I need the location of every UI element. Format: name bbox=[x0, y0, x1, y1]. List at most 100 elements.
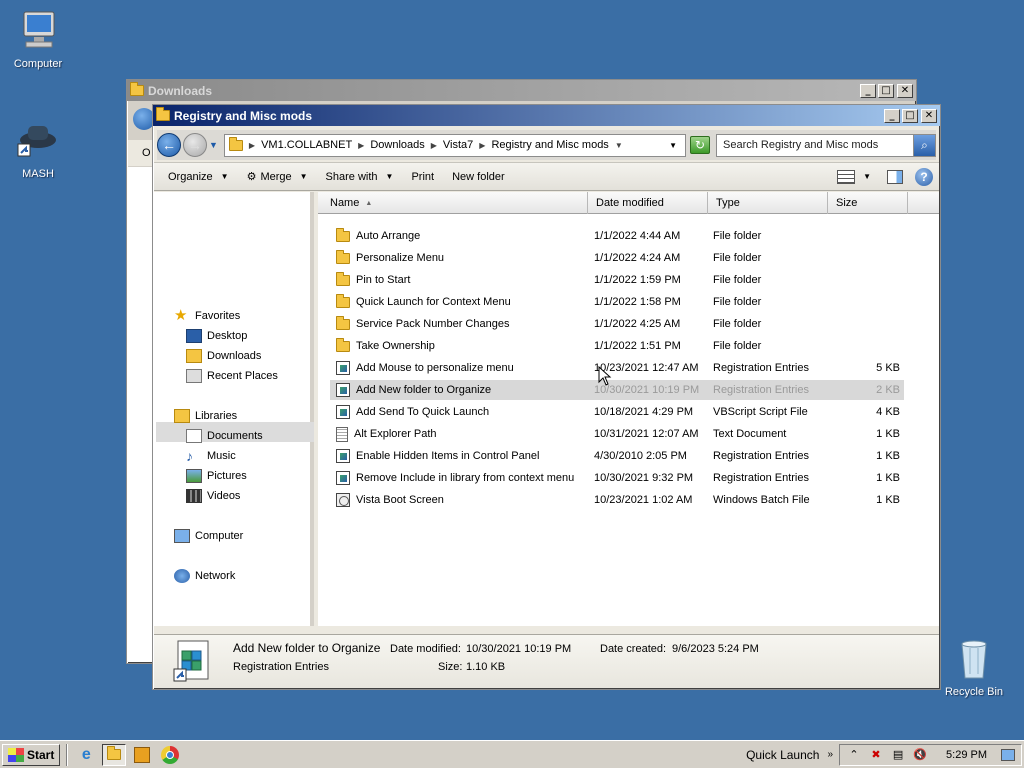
registry-file-icon bbox=[172, 639, 218, 683]
change-view-icon[interactable] bbox=[837, 169, 856, 184]
file-row[interactable]: Remove Include in library from context m… bbox=[330, 468, 904, 488]
breadcrumb-item[interactable]: Vista7 bbox=[443, 139, 473, 151]
nav-documents[interactable]: Documents bbox=[186, 429, 263, 443]
file-name-text: Quick Launch for Context Menu bbox=[356, 296, 511, 308]
network-icon bbox=[174, 569, 190, 583]
nav-libraries[interactable]: Libraries bbox=[174, 409, 237, 423]
volume-muted-icon[interactable]: 🔇 bbox=[912, 747, 928, 763]
chevron-right-icon[interactable]: ▶ bbox=[431, 141, 437, 150]
breadcrumb-item[interactable]: Registry and Misc mods bbox=[491, 139, 608, 151]
file-row[interactable]: Add Send To Quick Launch 10/18/2021 4:29 … bbox=[330, 402, 904, 422]
tray-expand-icon[interactable]: ⌃ bbox=[846, 747, 862, 763]
downloads-titlebar[interactable]: Downloads _ □ ✕ bbox=[127, 80, 916, 101]
nav-computer[interactable]: Computer bbox=[174, 529, 243, 543]
maximize-button[interactable]: □ bbox=[902, 108, 918, 123]
file-row[interactable]: Alt Explorer Path 10/31/2021 12:07 AM Text… bbox=[330, 424, 904, 444]
breadcrumb-item[interactable]: VM1.COLLABNET bbox=[261, 139, 352, 151]
desktop-icon bbox=[186, 329, 202, 343]
minimize-button[interactable]: _ bbox=[860, 83, 876, 98]
nav-music[interactable]: ♪ Music bbox=[186, 449, 236, 463]
close-button[interactable]: ✕ bbox=[921, 108, 937, 123]
back-button[interactable]: ← bbox=[157, 133, 181, 157]
explorer-taskbar-button[interactable] bbox=[102, 743, 127, 766]
file-row[interactable]: Service Pack Number Changes 1/1/2022 4:25… bbox=[330, 314, 904, 334]
file-row[interactable]: Personalize Menu 1/1/2022 4:24 AM File fol… bbox=[330, 248, 904, 268]
start-button[interactable]: Start bbox=[2, 743, 61, 766]
desktop-icon-computer[interactable]: Computer bbox=[0, 8, 76, 70]
batch-file-icon bbox=[336, 493, 350, 507]
file-name: Take Ownership bbox=[336, 337, 435, 352]
file-type: Registration Entries bbox=[713, 362, 809, 374]
file-name: Enable Hidden Items in Control Panel bbox=[336, 449, 539, 463]
desktop-icon-recycle-bin[interactable]: Recycle Bin bbox=[936, 636, 1012, 698]
file-row[interactable]: Auto Arrange 1/1/2022 4:44 AM File folder bbox=[330, 226, 904, 246]
chevron-right-icon[interactable]: ▶ bbox=[358, 141, 364, 150]
security-alert-icon[interactable]: ✖ bbox=[868, 747, 884, 763]
file-name: Add Send To Quick Launch bbox=[336, 405, 489, 419]
chevron-right-icon[interactable]: ▶ bbox=[249, 141, 255, 150]
nav-downloads[interactable]: Downloads bbox=[186, 349, 261, 363]
nav-videos[interactable]: Videos bbox=[186, 489, 240, 503]
organize-button[interactable]: Organize ▼ bbox=[168, 171, 229, 183]
chevron-down-icon[interactable]: ▼ bbox=[615, 141, 623, 150]
network-status-icon[interactable]: ▤ bbox=[890, 747, 906, 763]
explorer-window[interactable]: Registry and Misc mods _ □ ✕ ← → ▼ ▶ VM1… bbox=[152, 104, 941, 690]
system-tray: ⌃ ✖ ▤ 🔇 5:29 PM bbox=[839, 743, 1022, 766]
share-with-button[interactable]: Share with ▼ bbox=[326, 171, 394, 183]
chevron-down-icon[interactable]: ▼ bbox=[863, 172, 871, 181]
column-date-modified[interactable]: Date modified bbox=[588, 192, 708, 214]
registry-icon bbox=[336, 361, 350, 375]
show-desktop-icon[interactable] bbox=[1001, 748, 1015, 761]
file-row[interactable]: Add New folder to Organize 10/30/2021 10:… bbox=[330, 380, 904, 400]
column-label: Date modified bbox=[596, 197, 664, 209]
nav-favorites[interactable]: ★ Favorites bbox=[174, 308, 240, 323]
close-button[interactable]: ✕ bbox=[897, 83, 913, 98]
desktop-icon-mash[interactable]: MASH bbox=[0, 118, 76, 180]
internet-explorer-icon[interactable]: e bbox=[74, 744, 98, 766]
folder-icon bbox=[130, 82, 144, 96]
preview-pane-icon[interactable] bbox=[887, 169, 903, 184]
maximize-button[interactable]: □ bbox=[878, 83, 894, 98]
file-name-text: Pin to Start bbox=[356, 274, 411, 286]
file-date: 1/1/2022 1:59 PM bbox=[594, 274, 681, 286]
file-size: 4 KB bbox=[876, 406, 900, 418]
explorer-titlebar[interactable]: Registry and Misc mods _ □ ✕ bbox=[153, 105, 940, 126]
column-name[interactable]: Name ▲ bbox=[322, 192, 588, 214]
clock[interactable]: 5:29 PM bbox=[946, 749, 987, 761]
nav-network[interactable]: Network bbox=[174, 569, 235, 583]
file-row[interactable]: Enable Hidden Items in Control Panel 4/30… bbox=[330, 446, 904, 466]
column-size[interactable]: Size bbox=[828, 192, 908, 214]
media-player-icon[interactable] bbox=[130, 744, 154, 766]
search-input[interactable]: Search Registry and Misc mods ⌕ bbox=[716, 133, 936, 157]
address-bar[interactable]: ▶ VM1.COLLABNET ▶ Downloads ▶ Vista7 ▶ R… bbox=[223, 133, 686, 157]
column-type[interactable]: Type bbox=[708, 192, 828, 214]
desktop-icon-label: Computer bbox=[13, 58, 63, 70]
address-dropdown-icon[interactable]: ▼ bbox=[669, 141, 677, 150]
nav-desktop[interactable]: Desktop bbox=[186, 329, 247, 343]
file-row[interactable]: Quick Launch for Context Menu 1/1/2022 1:… bbox=[330, 292, 904, 312]
file-row[interactable]: Pin to Start 1/1/2022 1:59 PM File folder bbox=[330, 270, 904, 290]
file-row[interactable]: Add Mouse to personalize menu 10/23/2021 … bbox=[330, 358, 904, 378]
chevron-right-icon[interactable]: ▶ bbox=[479, 141, 485, 150]
pictures-icon bbox=[186, 469, 202, 483]
separator bbox=[66, 743, 69, 766]
forward-button[interactable]: → bbox=[183, 133, 207, 157]
minimize-button[interactable]: _ bbox=[884, 108, 900, 123]
search-icon[interactable]: ⌕ bbox=[913, 134, 935, 156]
quick-launch-chevron-icon[interactable]: » bbox=[827, 749, 833, 760]
chrome-icon[interactable] bbox=[158, 744, 182, 766]
file-row[interactable]: Vista Boot Screen 10/23/2021 1:02 AM Windo… bbox=[330, 490, 904, 510]
nav-recent-places[interactable]: Recent Places bbox=[186, 369, 278, 383]
print-button[interactable]: Print bbox=[411, 171, 434, 183]
merge-button[interactable]: ⚙ Merge ▼ bbox=[247, 170, 308, 184]
file-name: Alt Explorer Path bbox=[336, 426, 437, 442]
refresh-button[interactable]: ↻ bbox=[690, 136, 710, 154]
help-icon[interactable]: ? bbox=[915, 167, 933, 186]
breadcrumb-item[interactable]: Downloads bbox=[370, 139, 424, 151]
new-folder-button[interactable]: New folder bbox=[452, 171, 505, 183]
file-name-text: Add New folder to Organize bbox=[356, 384, 492, 396]
file-row[interactable]: Take Ownership 1/1/2022 1:51 PM File folde… bbox=[330, 336, 904, 356]
nav-pictures[interactable]: Pictures bbox=[186, 469, 247, 483]
recent-pages-dropdown[interactable]: ▼ bbox=[209, 140, 218, 150]
file-name: Auto Arrange bbox=[336, 227, 420, 242]
